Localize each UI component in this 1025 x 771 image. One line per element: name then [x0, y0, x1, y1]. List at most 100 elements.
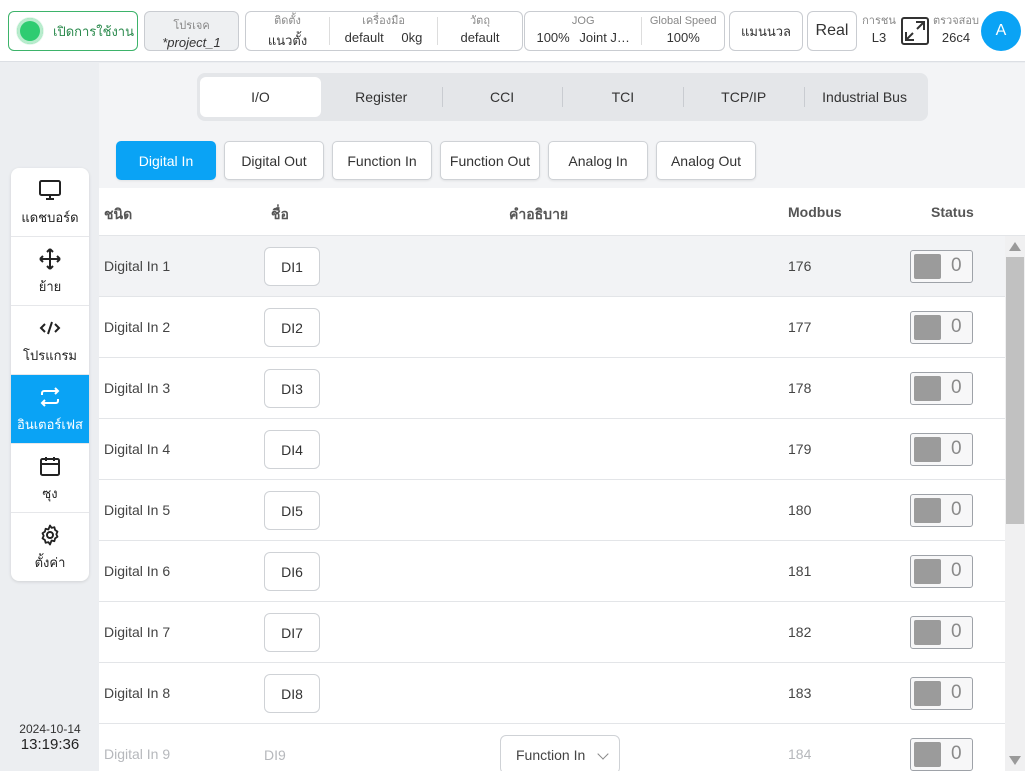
sidebar-item-log[interactable]: ซุง	[11, 444, 89, 513]
installation-panel[interactable]: ติดตั้ง แนวตั้ง เครื่องมือ default 0kg ว…	[245, 11, 523, 51]
subtab-analog-out[interactable]: Analog Out	[656, 141, 756, 180]
monitor-icon	[39, 180, 61, 200]
power-label: เปิดการใช้งาน	[53, 23, 134, 39]
scroll-down-icon[interactable]	[1009, 756, 1021, 765]
sidebar-item-label: ย้าย	[38, 279, 62, 294]
io-name-field[interactable]: DI1	[264, 247, 320, 286]
table-row[interactable]: Digital In 4 DI4 179 0	[99, 419, 1005, 480]
object-cell[interactable]: วัตถุ default	[438, 12, 522, 50]
table-row[interactable]: Digital In 1 DI1 176 0	[99, 236, 1005, 297]
table-row[interactable]: Digital In 8 DI8 183 0	[99, 663, 1005, 724]
table-row[interactable]: Digital In 7 DI7 182 0	[99, 602, 1005, 663]
io-type: Digital In 4	[104, 441, 171, 457]
checksum-indicator[interactable]: ตรวจสอบ 26c4	[932, 16, 980, 46]
table-row[interactable]: Digital In 3 DI3 178 0	[99, 358, 1005, 419]
user-avatar[interactable]: A	[981, 11, 1021, 51]
expand-icon[interactable]	[901, 17, 929, 45]
tab-industrial-bus[interactable]: Industrial Bus	[804, 77, 925, 117]
real-mode-button[interactable]: Real	[807, 11, 857, 51]
modbus-address: 184	[788, 746, 812, 762]
clock: 2024-10-14 13:19:36	[8, 722, 92, 753]
io-name-field[interactable]: DI5	[264, 491, 320, 530]
sidebar-item-settings[interactable]: ตั้งค่า	[11, 513, 89, 581]
status-indicator: 0	[910, 738, 973, 771]
table-row[interactable]: Digital In 5 DI5 180 0	[99, 480, 1005, 541]
status-led-icon	[914, 498, 941, 523]
io-type: Digital In 2	[104, 319, 171, 335]
header-modbus: Modbus	[788, 204, 842, 220]
project-selector[interactable]: โปรเจค *project_1	[144, 11, 239, 51]
io-type: Digital In 1	[104, 258, 171, 274]
tool-values: default 0kg	[330, 30, 437, 45]
status-value: 0	[951, 438, 962, 459]
modbus-address: 183	[788, 685, 812, 701]
collision-indicator[interactable]: การชน L3	[862, 15, 896, 46]
subtab-digital-out[interactable]: Digital Out	[224, 141, 324, 180]
sidebar-item-move[interactable]: ย้าย	[11, 237, 89, 306]
io-type: Digital In 7	[104, 624, 171, 640]
io-name-field[interactable]: DI3	[264, 369, 320, 408]
tool-weight: 0kg	[401, 30, 423, 45]
status-value: 0	[951, 682, 962, 703]
io-name-field[interactable]: DI6	[264, 552, 320, 591]
object-label: วัตถุ	[470, 15, 490, 27]
sidebar-item-dashboard[interactable]: แดชบอร์ด	[11, 168, 89, 237]
io-type: Digital In 9	[104, 746, 171, 762]
scroll-up-icon[interactable]	[1009, 242, 1021, 251]
sidebar-item-interface[interactable]: อินเตอร์เฟส	[11, 375, 89, 444]
manual-mode-button[interactable]: แมนนวล	[729, 11, 803, 51]
vertical-scrollbar[interactable]	[1005, 236, 1025, 771]
mounting-value: แนวตั้ง	[267, 33, 308, 48]
tab-io[interactable]: I/O	[200, 77, 321, 117]
table-row[interactable]: Digital In 6 DI6 181 0	[99, 541, 1005, 602]
code-icon	[39, 321, 61, 335]
sidebar-item-label: ซุง	[42, 486, 58, 501]
status-indicator: 0	[910, 616, 973, 649]
subtab-function-in[interactable]: Function In	[332, 141, 432, 180]
table-row[interactable]: Digital In 2 DI2 177 0	[99, 297, 1005, 358]
tool-value: default	[344, 30, 384, 45]
status-led-icon	[914, 620, 941, 645]
function-select[interactable]: Function In	[500, 735, 620, 771]
subtab-function-out[interactable]: Function Out	[440, 141, 540, 180]
tool-label: เครื่องมือ	[362, 15, 405, 27]
collision-label: การชน	[862, 15, 896, 27]
jog-values: 100% Joint J…	[525, 30, 641, 45]
modbus-address: 176	[788, 258, 812, 274]
io-type: Digital In 8	[104, 685, 171, 701]
io-type: Digital In 5	[104, 502, 171, 518]
status-led-icon	[914, 437, 941, 462]
move-icon	[39, 248, 61, 270]
interface-tabs: I/O Register CCI TCI TCP/IP Industrial B…	[197, 73, 928, 121]
table-row[interactable]: Digital In 9 DI9 184 0 Function In	[99, 724, 1005, 771]
status-led-icon	[914, 742, 941, 767]
io-name-field[interactable]: DI2	[264, 308, 320, 347]
subtab-analog-in[interactable]: Analog In	[548, 141, 648, 180]
status-indicator: 0	[910, 494, 973, 527]
status-value: 0	[951, 560, 962, 581]
jog-cell[interactable]: JOG 100% Joint J…	[525, 16, 643, 45]
mounting-cell[interactable]: ติดตั้ง แนวตั้ง	[246, 16, 330, 48]
tab-tcpip[interactable]: TCP/IP	[683, 77, 804, 117]
table-header: ชนิด ชื่อ คำอธิบาย Modbus Status	[99, 188, 1025, 236]
global-speed-cell[interactable]: Global Speed 100%	[642, 12, 724, 50]
jog-panel[interactable]: JOG 100% Joint J… Global Speed 100%	[524, 11, 725, 51]
header-description: คำอธิบาย	[509, 206, 569, 222]
io-name-field[interactable]: DI4	[264, 430, 320, 469]
status-indicator: 0	[910, 433, 973, 466]
status-value: 0	[951, 499, 962, 520]
main-content: I/O Register CCI TCI TCP/IP Industrial B…	[99, 63, 1025, 771]
scroll-thumb[interactable]	[1006, 257, 1024, 524]
io-name-field[interactable]: DI9	[264, 735, 320, 771]
modbus-address: 182	[788, 624, 812, 640]
tab-register[interactable]: Register	[321, 77, 442, 117]
power-button[interactable]: เปิดการใช้งาน	[8, 11, 138, 51]
tool-cell[interactable]: เครื่องมือ default 0kg	[330, 15, 438, 45]
sidebar-item-program[interactable]: โปรแกรม	[11, 306, 89, 375]
subtab-digital-in[interactable]: Digital In	[116, 141, 216, 180]
io-name-field[interactable]: DI8	[264, 674, 320, 713]
top-bar: เปิดการใช้งาน โปรเจค *project_1 ติดตั้ง …	[0, 0, 1025, 62]
io-name-field[interactable]: DI7	[264, 613, 320, 652]
tab-tci[interactable]: TCI	[562, 77, 683, 117]
tab-cci[interactable]: CCI	[441, 77, 563, 117]
